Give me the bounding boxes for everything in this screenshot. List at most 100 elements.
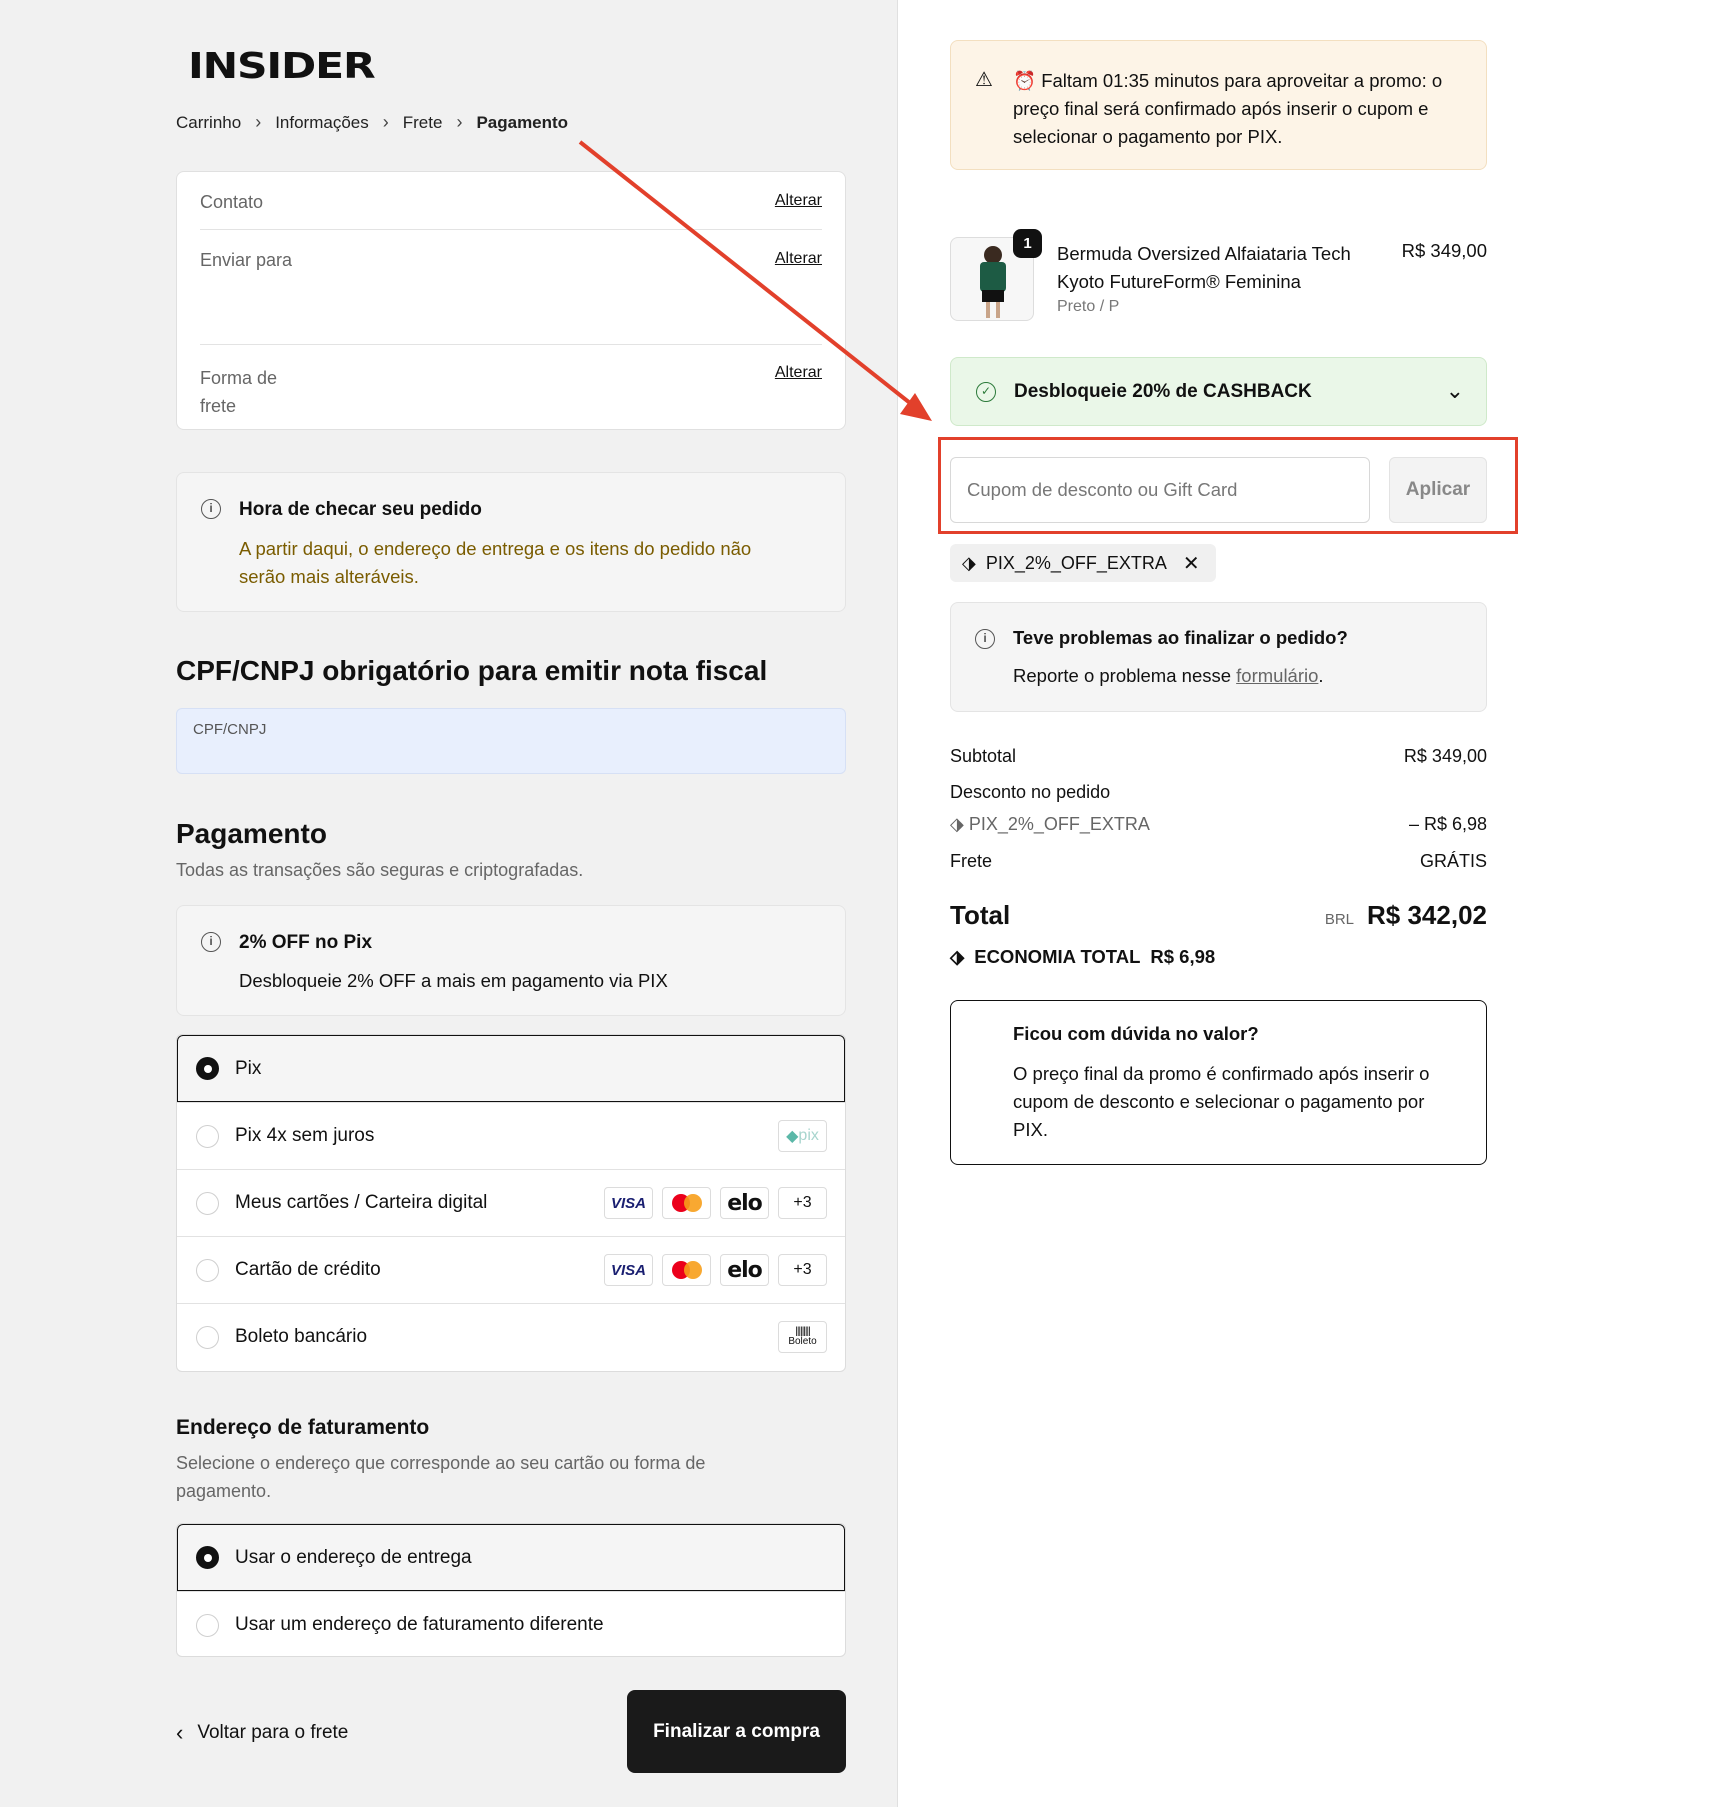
shipping-method-label: Forma de frete	[200, 368, 278, 416]
subtotal-row: Subtotal R$ 349,00	[950, 746, 1487, 767]
doubt-title: Ficou com dúvida no valor?	[1013, 1023, 1259, 1044]
shipping-label: Frete	[950, 851, 993, 871]
info-icon: i	[201, 932, 221, 952]
summary-ship-to-row: Enviar para Alterar	[200, 250, 822, 271]
breadcrumb-cart[interactable]: Carrinho	[176, 113, 241, 133]
elo-icon: elo	[720, 1187, 769, 1219]
chevron-right-icon: ›	[255, 112, 262, 132]
applied-coupon-tag: ⬗ PIX_2%_OFF_EXTRA ✕	[950, 544, 1216, 582]
payment-option-saved-cards[interactable]: Meus cartões / Carteira digital VISA elo…	[177, 1169, 845, 1236]
ship-to-label: Enviar para	[200, 250, 293, 270]
boleto-badge-text: Boleto	[788, 1336, 817, 1347]
discount-value: – R$ 6,98	[1408, 814, 1487, 834]
cashback-accordion[interactable]: ✓ Desbloqueie 20% de CASHBACK ⌄	[950, 357, 1487, 426]
product-price: R$ 349,00	[1401, 240, 1487, 261]
price-doubt-notice: Ficou com dúvida no valor? O preço final…	[950, 1000, 1487, 1165]
promo-banner-message: Faltam 01:35 minutos para aproveitar a p…	[1013, 70, 1443, 147]
breadcrumb-shipping[interactable]: Frete	[403, 113, 443, 133]
radio[interactable]	[196, 1326, 219, 1349]
promo-banner-text: ⏰ Faltam 01:35 minutos para aproveitar a…	[1013, 67, 1468, 151]
help-title: Teve problemas ao finalizar o pedido?	[1013, 627, 1348, 648]
radio[interactable]	[196, 1259, 219, 1282]
help-text-after: .	[1318, 665, 1324, 686]
doubt-text: O preço final da promo é confirmado após…	[1013, 1063, 1430, 1140]
chevron-right-icon: ›	[456, 112, 463, 132]
cashback-label: Desbloqueie 20% de CASHBACK	[1014, 381, 1312, 402]
info-icon: i	[975, 629, 995, 649]
product-variant: Preto / P	[1057, 298, 1120, 315]
payment-option-pix[interactable]: Pix	[177, 1035, 845, 1102]
contact-label: Contato	[200, 192, 264, 212]
chevron-down-icon: ⌄	[1445, 378, 1464, 403]
shipping-row: Frete GRÁTIS	[950, 851, 1487, 872]
radio[interactable]	[196, 1614, 219, 1637]
discount-label: Desconto no pedido	[950, 782, 1111, 802]
currency-code: BRL	[1324, 911, 1354, 928]
billing-heading: Endereço de faturamento	[176, 1416, 430, 1439]
pix-badge-text: pix	[798, 1127, 819, 1144]
help-text-before: Reporte o problema nesse	[1013, 665, 1237, 686]
mastercard-icon	[662, 1254, 711, 1286]
billing-option-label: Usar um endereço de faturamento diferent…	[235, 1614, 604, 1635]
radio-selected[interactable]	[196, 1057, 219, 1080]
payment-heading: Pagamento	[176, 818, 327, 849]
discount-code: PIX_2%_OFF_EXTRA	[968, 814, 1150, 834]
pix-promo-text: Desbloqueie 2% OFF a mais em pagamento v…	[239, 970, 668, 991]
product-name: Bermuda Oversized Alfaiataria Tech Kyoto…	[1057, 243, 1351, 292]
subtotal-value: R$ 349,00	[1403, 746, 1487, 766]
cpf-field[interactable]: CPF/CNPJ	[176, 708, 846, 774]
alarm-clock-icon: ⏰	[1013, 70, 1037, 91]
billing-address-options: Usar o endereço de entrega Usar um ender…	[176, 1523, 846, 1657]
remove-coupon-icon[interactable]: ✕	[1183, 551, 1200, 576]
barcode-icon: ||||||||| Boleto	[778, 1321, 827, 1353]
summary-shipping-method-row: Forma de frete Alterar	[200, 364, 822, 420]
finish-purchase-button[interactable]: Finalizar a compra	[627, 1690, 846, 1773]
billing-option-same[interactable]: Usar o endereço de entrega	[177, 1524, 845, 1591]
discount-code-row: ⬗ PIX_2%_OFF_EXTRA – R$ 6,98	[950, 814, 1487, 835]
payment-option-pix-installments[interactable]: Pix 4x sem juros ◆ pix	[177, 1102, 845, 1169]
breadcrumb-information[interactable]: Informações	[275, 113, 369, 133]
pix-logo-icon: ◆ pix	[778, 1120, 827, 1152]
breadcrumb-payment: Pagamento	[476, 112, 569, 132]
pix-promo-notice: i 2% OFF no Pix Desbloqueie 2% OFF a mai…	[176, 905, 846, 1016]
radio[interactable]	[196, 1125, 219, 1148]
promo-timer-banner: ⚠ ⏰ Faltam 01:35 minutos para aproveitar…	[950, 40, 1487, 170]
report-form-link[interactable]: formulário	[1236, 665, 1318, 686]
change-ship-to-link[interactable]: Alterar	[775, 250, 822, 271]
shipping-value: GRÁTIS	[1419, 851, 1487, 871]
tag-icon: ⬗	[950, 814, 969, 834]
billing-option-label: Usar o endereço de entrega	[235, 1546, 472, 1568]
chevron-right-icon: ›	[382, 112, 389, 132]
tag-icon: ⬗	[950, 946, 965, 967]
payment-option-credit-card[interactable]: Cartão de crédito VISA elo +3	[177, 1236, 845, 1303]
elo-icon: elo	[720, 1254, 769, 1286]
back-to-shipping-link[interactable]: ‹ Voltar para o frete	[176, 1720, 348, 1746]
radio[interactable]	[196, 1192, 219, 1215]
change-shipping-method-link[interactable]: Alterar	[775, 364, 822, 420]
billing-option-different[interactable]: Usar um endereço de faturamento diferent…	[177, 1591, 845, 1656]
notice-text: A partir daqui, o endereço de entrega e …	[239, 538, 752, 587]
total-label: Total	[950, 900, 1011, 930]
breadcrumb: Carrinho › Informações › Frete › Pagamen…	[176, 112, 568, 133]
payment-subtitle: Todas as transações são seguras e cripto…	[176, 860, 584, 880]
chevron-left-icon: ‹	[176, 1720, 184, 1745]
tag-icon: ⬗	[962, 552, 976, 573]
annotation-highlight-box	[938, 437, 1518, 534]
payment-option-label: Boleto bancário	[235, 1326, 368, 1347]
summary-contact-row: Contato Alterar	[200, 192, 822, 213]
divider	[200, 229, 822, 230]
total-row: Total BRL R$ 342,02	[950, 900, 1487, 931]
payment-option-label: Cartão de crédito	[235, 1259, 381, 1280]
subtotal-label: Subtotal	[950, 746, 1017, 766]
applied-coupon-code: PIX_2%_OFF_EXTRA	[985, 552, 1167, 573]
visa-icon: VISA	[604, 1254, 653, 1286]
billing-subtitle: Selecione o endereço que corresponde ao …	[176, 1453, 706, 1501]
payment-option-boleto[interactable]: Boleto bancário ||||||||| Boleto	[177, 1303, 845, 1370]
checkout-form-panel: INSIDER Carrinho › Informações › Frete ›…	[0, 0, 898, 1807]
store-logo[interactable]: INSIDER	[188, 46, 376, 87]
payment-option-label: Pix	[235, 1057, 262, 1079]
radio-selected[interactable]	[196, 1546, 219, 1569]
change-contact-link[interactable]: Alterar	[775, 192, 822, 213]
total-value: R$ 342,02	[1367, 900, 1487, 930]
pix-promo-title: 2% OFF no Pix	[239, 932, 373, 953]
